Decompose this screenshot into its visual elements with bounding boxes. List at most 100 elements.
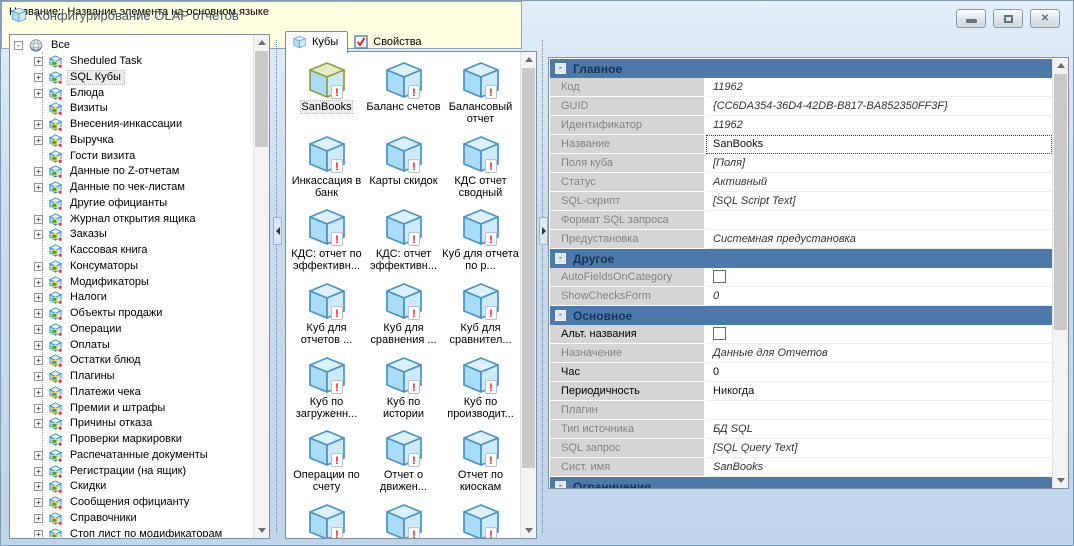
- cube-item[interactable]: !Инкассация в банк: [288, 134, 365, 208]
- tree-root[interactable]: - Все: [13, 38, 253, 54]
- collapse-minus-icon[interactable]: -: [555, 481, 566, 489]
- expand-plus-icon[interactable]: +: [34, 293, 43, 302]
- expand-plus-icon[interactable]: +: [34, 404, 43, 413]
- expand-plus-icon[interactable]: +: [34, 73, 43, 82]
- cube-item[interactable]: !Баланс счетов: [365, 60, 442, 134]
- checkbox[interactable]: [713, 270, 726, 283]
- collapse-minus-icon[interactable]: -: [555, 253, 566, 264]
- expand-plus-icon[interactable]: +: [34, 167, 43, 176]
- cube-item[interactable]: !Куб для сравнител...: [442, 281, 519, 355]
- cube-item[interactable]: !Куб для сравнения ...: [365, 281, 442, 355]
- tree-item[interactable]: +Регистрации (на ящик): [13, 463, 253, 479]
- tree-item[interactable]: +Выручка: [13, 133, 253, 149]
- collapse-left-button[interactable]: [273, 217, 282, 245]
- minimize-button[interactable]: [956, 9, 986, 28]
- cube-item[interactable]: !Куб по истории: [365, 355, 442, 429]
- property-section-header[interactable]: -Основное: [550, 306, 1052, 325]
- property-section-header[interactable]: -Другое: [550, 249, 1052, 268]
- tree-item[interactable]: +Стоп лист по модификаторам: [13, 526, 253, 537]
- property-value[interactable]: [706, 325, 1052, 344]
- expand-plus-icon[interactable]: +: [34, 57, 43, 66]
- cube-item[interactable]: !Куб для отчетов ...: [288, 281, 365, 355]
- tree-splitter[interactable]: [272, 34, 281, 539]
- tree-item[interactable]: +Платежи чека: [13, 385, 253, 401]
- scrollbar-up-button[interactable]: [521, 52, 536, 67]
- property-value[interactable]: Никогда: [706, 382, 1052, 401]
- cube-item[interactable]: !Отчет о движен...: [365, 428, 442, 502]
- expand-plus-icon[interactable]: +: [34, 388, 43, 397]
- scrollbar-thumb[interactable]: [1054, 74, 1067, 330]
- close-button[interactable]: ✕: [1030, 9, 1060, 28]
- tree-item[interactable]: +Премии и штрафы: [13, 400, 253, 416]
- tree-item[interactable]: +Модификаторы: [13, 274, 253, 290]
- expand-plus-icon[interactable]: +: [34, 230, 43, 239]
- property-value[interactable]: Данные для Отчетов: [706, 344, 1052, 363]
- property-section-header[interactable]: -Главное: [550, 59, 1052, 78]
- tree-item[interactable]: +Данные по Z-отчетам: [13, 164, 253, 180]
- scrollbar-up-button[interactable]: [254, 35, 269, 50]
- expand-plus-icon[interactable]: +: [34, 183, 43, 192]
- property-value[interactable]: SanBooks: [706, 458, 1052, 477]
- expand-plus-icon[interactable]: +: [34, 372, 43, 381]
- property-value[interactable]: [706, 268, 1052, 287]
- scrollbar-up-button[interactable]: [1053, 58, 1068, 73]
- cube-item[interactable]: !SanBooks: [288, 60, 365, 134]
- property-value[interactable]: SanBooks: [706, 135, 1052, 154]
- expand-plus-icon[interactable]: +: [34, 419, 43, 428]
- tree-item[interactable]: Проверки маркировки: [13, 432, 253, 448]
- tree-item[interactable]: +Операции: [13, 322, 253, 338]
- collapse-minus-icon[interactable]: -: [555, 310, 566, 321]
- cube-item[interactable]: !Балансовый отчет: [442, 60, 519, 134]
- tree-item[interactable]: +Остатки блюд: [13, 353, 253, 369]
- expand-plus-icon[interactable]: +: [34, 262, 43, 271]
- collapse-right-button[interactable]: [539, 217, 548, 245]
- expand-plus-icon[interactable]: +: [34, 514, 43, 523]
- property-value[interactable]: [Поля]: [706, 154, 1052, 173]
- tree-item[interactable]: +SQL Кубы: [13, 70, 253, 86]
- property-value[interactable]: [706, 211, 1052, 230]
- expand-plus-icon[interactable]: +: [34, 341, 43, 350]
- tree-item[interactable]: +Оплаты: [13, 337, 253, 353]
- expand-plus-icon[interactable]: +: [34, 451, 43, 460]
- cube-item[interactable]: !КДС отчет сводный: [442, 134, 519, 208]
- expand-plus-icon[interactable]: +: [34, 467, 43, 476]
- cube-item[interactable]: !КДС: отчет эффективн...: [365, 207, 442, 281]
- tree-item[interactable]: +Блюда: [13, 85, 253, 101]
- tree-scrollbar[interactable]: [253, 35, 269, 538]
- expand-plus-icon[interactable]: +: [34, 325, 43, 334]
- tree-item[interactable]: Кассовая книга: [13, 243, 253, 259]
- cube-item[interactable]: !Отчет по киоскам: [442, 428, 519, 502]
- property-value[interactable]: Активный: [706, 173, 1052, 192]
- expand-plus-icon[interactable]: +: [34, 89, 43, 98]
- tree-item[interactable]: +Заказы: [13, 227, 253, 243]
- tree-item[interactable]: +Консуматоры: [13, 259, 253, 275]
- tree-item[interactable]: +Причины отказа: [13, 416, 253, 432]
- properties-splitter[interactable]: [538, 34, 547, 539]
- tree-item[interactable]: +Справочники: [13, 511, 253, 527]
- scrollbar-down-button[interactable]: [1053, 473, 1068, 488]
- scrollbar-down-button[interactable]: [521, 523, 536, 538]
- cube-list-scrollbar[interactable]: [520, 52, 536, 538]
- tree-item[interactable]: Гости визита: [13, 148, 253, 164]
- cube-item-partial[interactable]: !: [288, 502, 365, 539]
- expand-plus-icon[interactable]: +: [34, 498, 43, 507]
- property-value[interactable]: {CC6DA354-36D4-42DB-B817-BA852350FF3F}: [706, 97, 1052, 116]
- cube-item[interactable]: !Карты скидок: [365, 134, 442, 208]
- tree-item[interactable]: +Скидки: [13, 479, 253, 495]
- property-grid-scrollbar[interactable]: [1052, 58, 1068, 488]
- property-value[interactable]: [706, 401, 1052, 420]
- tree-item[interactable]: +Sheduled Task: [13, 54, 253, 70]
- property-value[interactable]: 0: [706, 363, 1052, 382]
- collapse-minus-icon[interactable]: -: [14, 41, 23, 50]
- property-value[interactable]: 11962: [706, 116, 1052, 135]
- tab-cubes[interactable]: Кубы: [285, 31, 348, 53]
- tree-item[interactable]: Визиты: [13, 101, 253, 117]
- expand-plus-icon[interactable]: +: [34, 530, 43, 537]
- scrollbar-down-button[interactable]: [254, 523, 269, 538]
- tree-item[interactable]: +Сообщения официанту: [13, 495, 253, 511]
- titlebar[interactable]: Конфигурирование OLAP отчетов ✕: [1, 1, 1073, 29]
- scrollbar-thumb[interactable]: [522, 68, 535, 468]
- property-value[interactable]: 11962: [706, 78, 1052, 97]
- tab-properties[interactable]: Свойства: [348, 32, 430, 52]
- tree-item[interactable]: +Объекты продажи: [13, 306, 253, 322]
